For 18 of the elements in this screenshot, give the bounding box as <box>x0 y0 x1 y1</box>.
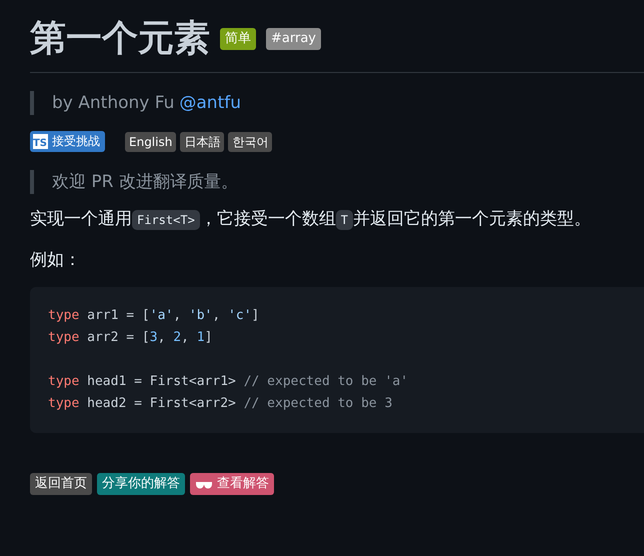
example-label: 例如： <box>30 249 82 272</box>
language-link[interactable]: 한국어 <box>228 132 272 152</box>
language-link[interactable]: English <box>125 132 176 152</box>
tag: 简单 <box>220 28 256 50</box>
accept-challenge-button[interactable]: TS 接受挑战 <box>30 131 105 152</box>
ts-icon: TS <box>33 134 48 149</box>
footer-button[interactable]: 查看解答 <box>190 473 274 495</box>
tag: #array <box>266 28 321 50</box>
page-title: 第一个元素 <box>30 17 210 61</box>
footer-button[interactable]: 返回首页 <box>30 473 92 495</box>
glasses-icon <box>195 480 213 488</box>
language-link[interactable]: 日本語 <box>180 132 224 152</box>
author-name: by Anthony Fu <box>52 92 174 115</box>
description: 实现一个通用 First<T> ，它接受一个数组 T 并返回它的第一个元素的类型。 <box>30 208 592 232</box>
code-block: type arr1 = ['a', 'b', 'c'] type arr2 = [3, 2, 1] type head1 = First<arr1> // expected to be 'a' type head2 = First<arr2> // expected to be 3 <box>30 287 644 433</box>
author-link[interactable]: @antfu <box>179 91 241 115</box>
translation-notice: 欢迎 PR 改进翻译质量。 <box>30 170 644 194</box>
footer-button[interactable]: 分享你的解答 <box>97 473 185 495</box>
